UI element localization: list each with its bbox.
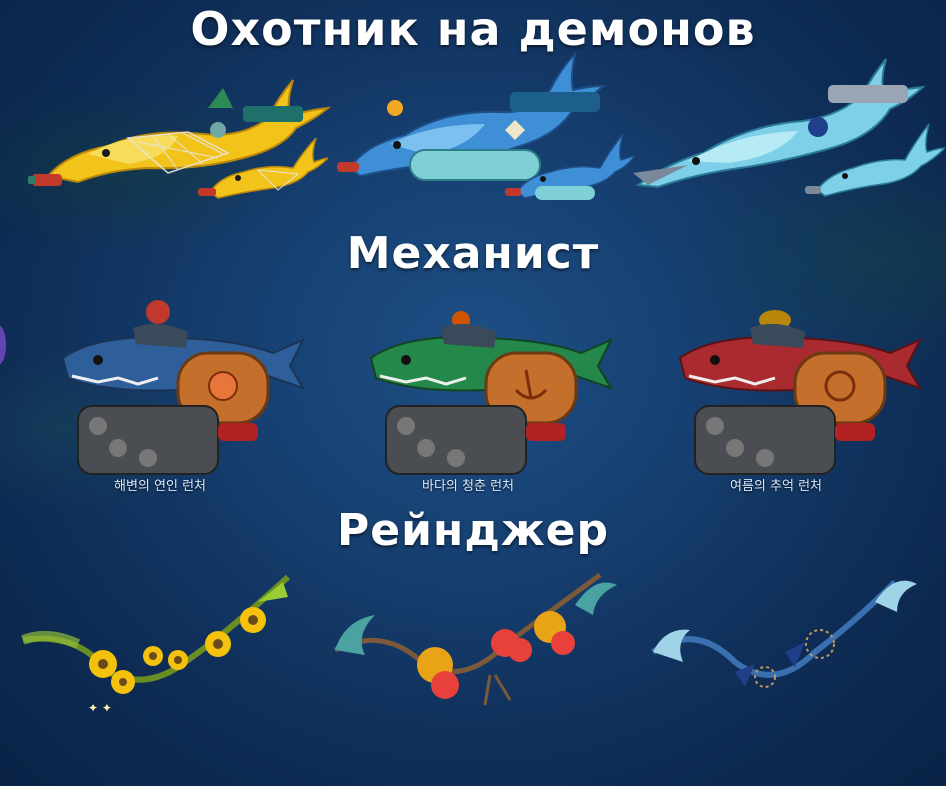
cyan-dolphin-launcher-small [805, 123, 945, 197]
ranger-flower-bow [333, 572, 617, 706]
machinist-caption-2: 바다의 청춘 런처 [422, 479, 514, 494]
machinist-caption-3: 여름의 추억 런처 [730, 479, 822, 494]
blue-dolphin-launcher-small [505, 133, 635, 200]
machinist-launcher-red [678, 310, 923, 475]
machinist-caption-1: 해변의 연인 런처 [114, 479, 206, 494]
yellow-dolphin-launcher-small [198, 137, 328, 199]
machinist-launcher-green [369, 311, 614, 475]
ranger-title: Рейнджер [337, 505, 609, 556]
svg-text:✦ ✦: ✦ ✦ [88, 701, 112, 715]
machinist-launcher-blue [61, 300, 306, 475]
ranger-sunflower-bow: ✦ ✦ [21, 574, 291, 715]
machinist-title: Механист [346, 228, 600, 279]
ranger-ocean-bow [651, 579, 917, 688]
